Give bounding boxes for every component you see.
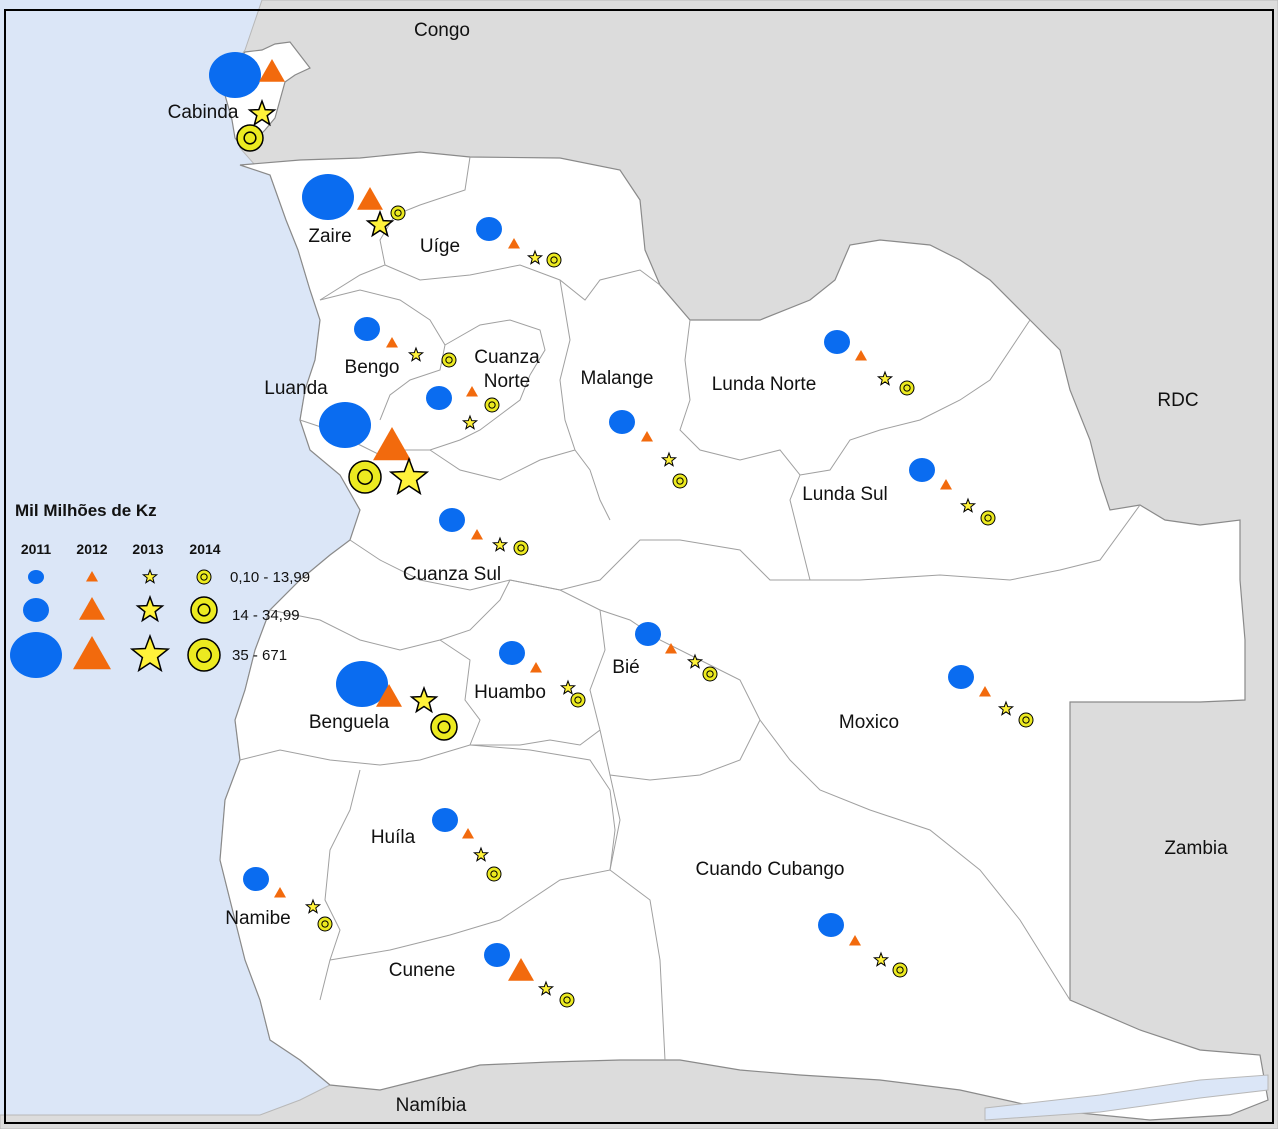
country-label-rdc: RDC [1157,390,1198,411]
moxico-2014-ring [1018,712,1034,728]
lunda-norte-2011-circle [824,330,850,354]
luanda-2014-ring [348,460,382,494]
benguela-2014-ring [430,713,458,741]
malange-2014-ring [672,473,688,489]
lunda-sul-2014-ring [980,510,996,526]
province-label-huambo: Huambo [474,682,546,703]
zaire-2011-circle [302,174,354,220]
namibe-2011-circle [243,867,269,891]
province-label-namibe: Namibe [225,908,290,929]
cuanza-norte-2014-ring [484,397,500,413]
province-label-bengo: Bengo [345,357,400,378]
huambo-2011-circle [499,641,525,665]
country-label-congo: Congo [414,20,470,41]
namibe-2014-ring [317,916,333,932]
province-label-moxico: Moxico [839,712,899,733]
province-label-malange: Malange [581,368,654,389]
legend-class1-2011-circle [28,570,44,584]
moxico-2011-circle [948,665,974,689]
malange-2011-circle [609,410,635,434]
cabinda-2014-ring [236,124,264,152]
cunene-2011-circle [484,943,510,967]
luanda-2011-circle [319,402,371,448]
cunene-2014-ring [559,992,575,1008]
bie-2014-ring [702,666,718,682]
province-label-cuanza-norte-2: Norte [484,371,530,392]
province-label-benguela: Benguela [309,712,390,733]
province-label-uige: Uíge [420,236,460,257]
province-label-lunda-sul: Lunda Sul [802,484,888,505]
province-label-luanda: Luanda [264,378,328,399]
bengo-2011-circle [354,317,380,341]
legend-class1-2014-ring [196,569,212,585]
cuando-cubango-2014-ring [892,962,908,978]
province-label-cuando-cubango: Cuando Cubango [696,859,845,880]
bie-2011-circle [635,622,661,646]
province-label-cuanza-sul: Cuanza Sul [403,564,501,585]
huila-2011-circle [432,808,458,832]
legend-class3-2011-circle [10,632,62,678]
cuanza-sul-2011-circle [439,508,465,532]
province-label-lunda-norte: Lunda Norte [712,374,817,395]
province-label-zaire: Zaire [308,226,351,247]
province-label-cabinda: Cabinda [168,102,239,123]
cuando-cubango-2011-circle [818,913,844,937]
angola-map: Congo RDC Zambia Namíbia Cabinda Zaire U… [0,0,1278,1129]
legend-year-2014: 2014 [189,541,220,557]
cuanza-norte-2011-circle [426,386,452,410]
legend-range-small: 0,10 - 13,99 [230,569,310,586]
legend-year-2012: 2012 [76,541,107,557]
bengo-2014-ring [441,352,457,368]
legend-class2-2011-circle [23,598,49,622]
legend-range-medium: 14 - 34,99 [232,607,300,624]
cabinda-2011-circle [209,52,261,98]
country-label-zambia: Zambia [1164,838,1228,859]
huila-2014-ring [486,866,502,882]
province-label-cuanza-norte-1: Cuanza [474,347,540,368]
legend-range-large: 35 - 671 [232,647,287,664]
province-label-huila: Huíla [371,827,416,848]
zaire-2014-ring [390,205,406,221]
country-label-namibia: Namíbia [396,1095,467,1116]
province-label-bie: Bié [612,657,639,678]
map-frame: Congo RDC Zambia Namíbia Cabinda Zaire U… [0,0,1278,1129]
legend-title: Mil Milhões de Kz [15,501,157,520]
huambo-2014-ring [570,692,586,708]
province-label-cunene: Cunene [389,960,456,981]
uige-2011-circle [476,217,502,241]
legend-year-2011: 2011 [21,541,52,557]
legend-year-2013: 2013 [132,541,163,557]
lunda-norte-2014-ring [899,380,915,396]
cuanza-sul-2014-ring [513,540,529,556]
legend-class2-2014-ring [190,596,218,624]
uige-2014-ring [546,252,562,268]
lunda-sul-2011-circle [909,458,935,482]
legend-class3-2014-ring [187,638,221,672]
